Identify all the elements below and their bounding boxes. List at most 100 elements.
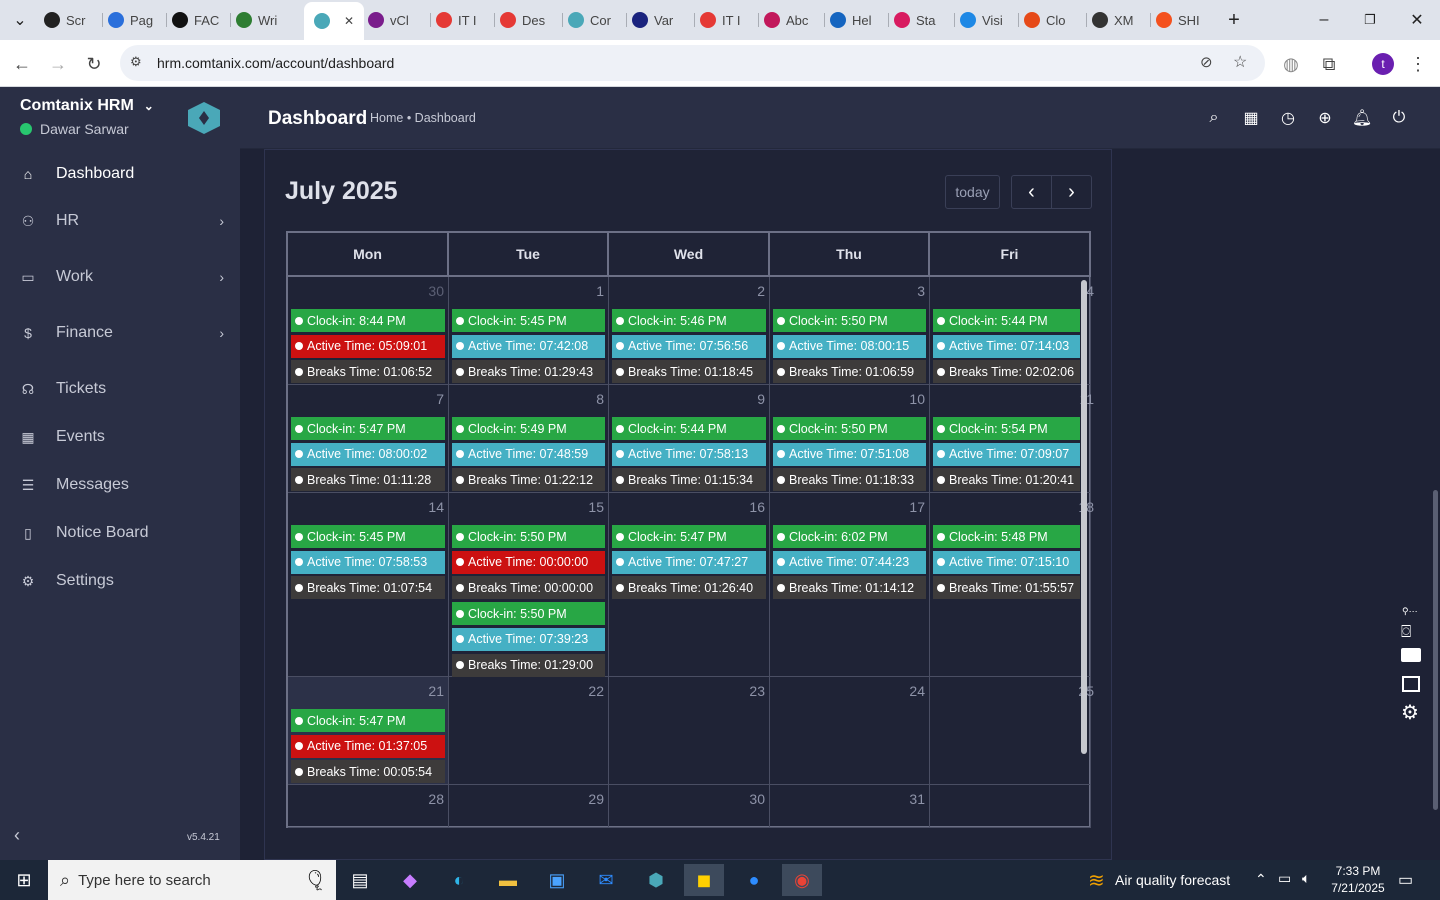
attendance-event[interactable]: Breaks Time: 01:29:43 (452, 360, 605, 384)
windows-start-icon[interactable]: ⊞ (4, 864, 44, 896)
sidebar-item-settings[interactable]: ⚙ Settings (0, 559, 240, 603)
sidebar-item-dashboard[interactable]: ⌂ Dashboard (0, 152, 240, 196)
browser-tab[interactable]: Wri (236, 8, 292, 32)
browser-tab[interactable]: SHI (1156, 8, 1212, 32)
attendance-event[interactable]: Breaks Time: 01:06:52 (291, 360, 445, 384)
tray-chevron-up-icon[interactable]: ⌃ (1255, 871, 1267, 888)
attendance-event[interactable]: Clock-in: 5:45 PM (291, 525, 445, 548)
sticky-notes-icon[interactable]: ◼ (684, 864, 724, 896)
tab-close-icon[interactable]: ✕ (344, 14, 354, 28)
power-icon[interactable]: ⏻ (1388, 107, 1410, 129)
settings-gear-icon[interactable]: ⚙ (1401, 700, 1419, 725)
browser-tab[interactable]: vCl (368, 8, 424, 32)
attendance-event[interactable]: Breaks Time: 02:02:06 (933, 360, 1080, 384)
store-icon[interactable]: ▣ (537, 864, 577, 896)
search-icon[interactable]: ⌕ (1203, 107, 1225, 129)
taskbar-search[interactable]: ⌕ Type here to search 🎈︎ (48, 860, 336, 900)
attendance-event[interactable]: Active Time: 07:58:53 (291, 550, 445, 574)
minimize-icon[interactable]: – (1312, 8, 1336, 32)
browser-tab[interactable]: IT I (436, 8, 492, 32)
calendar-day-cell[interactable] (930, 785, 1091, 828)
eye-off-icon[interactable]: ⊘ (1200, 53, 1213, 71)
calendar-day-cell[interactable]: 9 Clock-in: 5:44 PM Active Time: 07:58:13 B… (609, 385, 770, 493)
clock-icon[interactable]: ◷ (1277, 107, 1299, 129)
calendar-day-cell[interactable]: 23 (609, 677, 770, 785)
attendance-event[interactable]: Clock-in: 5:47 PM (291, 417, 445, 440)
video-icon[interactable] (1401, 648, 1421, 662)
attendance-event[interactable]: Breaks Time: 01:55:57 (933, 576, 1080, 600)
attendance-event[interactable]: Breaks Time: 01:18:45 (612, 360, 766, 384)
notifications-icon[interactable]: ▭ (1398, 870, 1413, 890)
browser-menu-icon[interactable]: ⋮ (1404, 50, 1432, 78)
attendance-event[interactable]: Breaks Time: 01:11:28 (291, 468, 445, 492)
attendance-event[interactable]: Breaks Time: 01:26:40 (612, 576, 766, 600)
file-explorer-icon[interactable]: ▬ (488, 864, 528, 896)
today-button[interactable]: today (945, 175, 1000, 209)
close-window-icon[interactable]: ✕ (1405, 8, 1429, 32)
url-text[interactable]: hrm.comtanix.com/account/dashboard (157, 55, 394, 71)
attendance-event[interactable]: Active Time: 07:56:56 (612, 334, 766, 358)
attendance-event[interactable]: Active Time: 07:51:08 (773, 442, 926, 466)
attendance-event[interactable]: Breaks Time: 01:06:59 (773, 360, 926, 384)
attendance-event[interactable]: Clock-in: 5:50 PM (452, 602, 605, 626)
browser-tab[interactable]: Clo (1024, 8, 1080, 32)
tools-more-icon[interactable]: ⚲⋯ (1402, 606, 1418, 617)
calendar-day-cell[interactable]: 18Clock-in: 5:48 PMActive Time: 07:15:10… (930, 493, 1094, 677)
attendance-event[interactable]: Clock-in: 5:50 PM (773, 417, 926, 440)
attendance-event[interactable]: Clock-in: 5:44 PM (933, 309, 1080, 332)
sidebar-item-hr[interactable]: ⚇ HR › (0, 199, 240, 243)
calendar-day-cell[interactable]: 8 Clock-in: 5:49 PM Active Time: 07:48:59 B… (449, 385, 609, 493)
calendar-day-cell[interactable]: 21 Clock-in: 5:47 PM Active Time: 01:37:05… (288, 677, 449, 785)
browser-tab[interactable]: FAC (172, 8, 228, 32)
browser-tab[interactable]: Des (500, 8, 556, 32)
browser-tab[interactable]: XM (1092, 8, 1148, 32)
calendar-day-cell[interactable]: 22 (449, 677, 609, 785)
attendance-event[interactable]: Breaks Time: 01:29:00 (452, 653, 605, 677)
bell-icon[interactable]: 🔔︎ (1351, 107, 1373, 129)
calendar-day-cell[interactable]: 28 (288, 785, 449, 828)
attendance-event[interactable]: Breaks Time: 01:20:41 (933, 468, 1080, 492)
calendar-day-cell[interactable]: 17 Clock-in: 6:02 PM Active Time: 07:44:23… (770, 493, 930, 677)
calendar-day-cell[interactable]: 16 Clock-in: 5:47 PM Active Time: 07:47:27… (609, 493, 770, 677)
attendance-event[interactable]: Active Time: 07:39:23 (452, 627, 605, 651)
attendance-event[interactable]: Active Time: 05:09:01 (291, 334, 445, 358)
attendance-event[interactable]: Clock-in: 5:44 PM (612, 417, 766, 440)
sidebar-item-messages[interactable]: ☰ Messages (0, 463, 240, 507)
attendance-event[interactable]: Clock-in: 5:54 PM (933, 417, 1080, 440)
attendance-event[interactable]: Breaks Time: 00:05:54 (291, 760, 445, 784)
calendar-day-cell[interactable]: 31 (770, 785, 930, 828)
attendance-event[interactable]: Clock-in: 5:49 PM (452, 417, 605, 440)
attendance-event[interactable]: Active Time: 07:42:08 (452, 334, 605, 358)
reload-icon[interactable]: ↻ (80, 50, 108, 78)
browser-tab[interactable]: Pag (108, 8, 164, 32)
attendance-event[interactable]: Clock-in: 5:50 PM (452, 525, 605, 548)
attendance-event[interactable]: Clock-in: 5:45 PM (452, 309, 605, 332)
attendance-event[interactable]: Breaks Time: 01:07:54 (291, 576, 445, 600)
attendance-event[interactable]: Active Time: 07:47:27 (612, 550, 766, 574)
network-icon[interactable]: ▭ (1278, 870, 1291, 887)
app-switcher[interactable]: Comtanix HRM ⌄ (20, 97, 154, 115)
extensions-puzzle-icon[interactable]: ⧉ (1315, 50, 1343, 78)
attendance-event[interactable]: Breaks Time: 01:22:12 (452, 468, 605, 492)
site-settings-icon[interactable]: ⚙ (130, 54, 142, 70)
new-tab-plus-icon[interactable]: + (1222, 8, 1246, 32)
task-view-icon[interactable]: ▤ (340, 864, 380, 896)
profile-avatar[interactable]: t (1372, 53, 1394, 75)
attendance-event[interactable]: Breaks Time: 01:14:12 (773, 576, 926, 600)
copilot-icon[interactable]: ◆ (390, 864, 430, 896)
page-scrollbar[interactable] (1433, 490, 1438, 810)
attendance-event[interactable]: Breaks Time: 00:00:00 (452, 576, 605, 600)
back-arrow-icon[interactable]: ← (8, 50, 36, 78)
browser-tab[interactable]: Scr (44, 8, 100, 32)
browser-tab[interactable]: Visi (960, 8, 1016, 32)
calendar-day-cell[interactable]: 4 Clock-in: 5:44 PM Active Time: 07:14:03 B… (930, 277, 1094, 385)
calendar-day-cell[interactable]: 14 Clock-in: 5:45 PM Active Time: 07:58:53… (288, 493, 449, 677)
browser-tab[interactable]: Abc (764, 8, 820, 32)
attendance-event[interactable]: Clock-in: 5:47 PM (291, 709, 445, 732)
calendar-day-cell[interactable]: 10 Clock-in: 5:50 PM Active Time: 07:51:08… (770, 385, 930, 493)
browser-tab[interactable]: Var (632, 8, 688, 32)
attendance-event[interactable]: Active Time: 08:00:15 (773, 334, 926, 358)
calendar-day-cell[interactable]: 24 (770, 677, 930, 785)
sidebar-item-finance[interactable]: $ Finance › (0, 311, 240, 355)
attendance-event[interactable]: Clock-in: 6:02 PM (773, 525, 926, 548)
